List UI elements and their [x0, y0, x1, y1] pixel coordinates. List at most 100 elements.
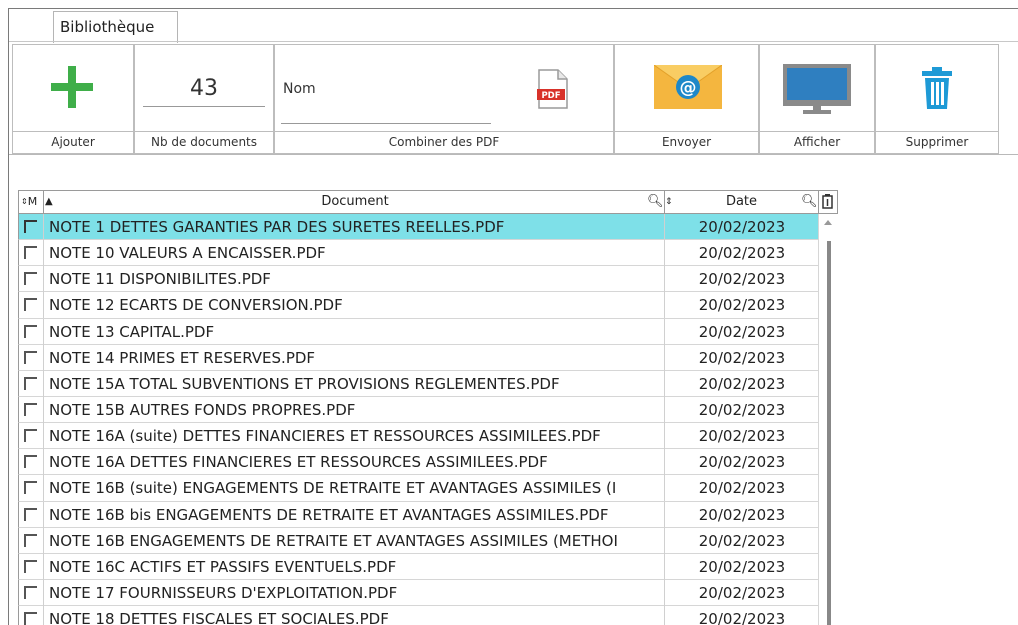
document-date: 20/02/2023 [664, 501, 819, 528]
table-row[interactable]: NOTE 16C ACTIFS ET PASSIFS EVENTUELS.PDF… [18, 553, 819, 580]
ribbon: Ajouter 43 Nb de documents Nom PDF Combi… [12, 44, 1002, 154]
delete-label: Supprimer [876, 131, 998, 153]
document-count-value: 43 [143, 71, 265, 107]
row-checkbox[interactable] [24, 559, 37, 573]
document-name: NOTE 16A DETTES FINANCIERES ET RESSOURCE… [49, 453, 548, 472]
document-date: 20/02/2023 [664, 527, 819, 554]
table-row[interactable]: NOTE 12 ECARTS DE CONVERSION.PDF 20/02/20… [18, 292, 818, 319]
table-row[interactable]: NOTE 17 FOURNISSEURS D'EXPLOITATION.PDF 2… [18, 579, 819, 607]
document-date: 20/02/2023 [664, 214, 819, 240]
row-checkbox[interactable] [24, 481, 37, 495]
document-name: NOTE 15A TOTAL SUBVENTIONS ET PROVISIONS… [49, 374, 560, 393]
document-date: 20/02/2023 [664, 240, 819, 267]
table-row[interactable]: NOTE 16A DETTES FINANCIERES ET RESSOURCE… [18, 449, 819, 476]
view-button[interactable]: Afficher [759, 44, 875, 154]
cell-separator [43, 449, 44, 476]
table-row[interactable]: NOTE 11 DISPONIBILITES.PDF 20/02/2023 [18, 266, 819, 293]
document-name: NOTE 11 DISPONIBILITES.PDF [49, 270, 271, 289]
cell-separator [43, 475, 44, 502]
vertical-scrollbar[interactable] [818, 214, 838, 625]
col-document-header[interactable]: Document [47, 191, 663, 213]
cell-separator [43, 344, 44, 371]
document-date: 20/02/2023 [664, 396, 819, 423]
search-icon[interactable]: 🔍︎ [647, 191, 664, 213]
document-date: 20/02/2023 [664, 318, 819, 345]
delete-button[interactable]: Supprimer [875, 44, 999, 154]
document-name: NOTE 18 DETTES FISCALES ET SOCIALES.PDF [49, 610, 389, 625]
pdf-file-icon[interactable]: PDF [537, 69, 569, 109]
row-checkbox[interactable] [24, 612, 37, 625]
row-checkbox[interactable] [24, 402, 37, 416]
table-row[interactable]: NOTE 16B bis ENGAGEMENTS DE RETRAITE ET … [18, 501, 819, 528]
cell-separator [43, 318, 44, 345]
table-row[interactable]: NOTE 16B ENGAGEMENTS DE RETRAITE ET AVAN… [18, 527, 819, 554]
row-checkbox[interactable] [24, 246, 37, 260]
row-checkbox[interactable] [24, 429, 37, 443]
table-row[interactable]: NOTE 15A TOTAL SUBVENTIONS ET PROVISIONS… [18, 370, 819, 397]
name-field[interactable] [281, 123, 491, 124]
document-date: 20/02/2023 [664, 606, 819, 625]
name-label: Nom [283, 81, 316, 97]
cell-separator [43, 553, 44, 580]
document-date: 20/02/2023 [664, 553, 819, 580]
table-row[interactable]: NOTE 14 PRIMES ET RESERVES.PDF 20/02/2023 [18, 344, 819, 371]
view-label: Afficher [760, 131, 874, 153]
row-checkbox[interactable] [24, 376, 37, 390]
document-name: NOTE 16A (suite) DETTES FINANCIERES ET R… [49, 427, 601, 446]
row-checkbox[interactable] [24, 324, 37, 338]
table-body: NOTE 1 DETTES GARANTIES PAR DES SURETES … [18, 214, 818, 625]
table-row[interactable]: NOTE 10 VALEURS A ENCAISSER.PDF 20/02/202… [18, 240, 819, 267]
row-checkbox[interactable] [24, 298, 37, 312]
row-checkbox[interactable] [24, 220, 37, 233]
scroll-up-arrow-icon[interactable] [824, 220, 832, 225]
sort-arrows-icon: ⇕ [21, 197, 28, 206]
document-name: NOTE 16B ENGAGEMENTS DE RETRAITE ET AVAN… [49, 531, 618, 550]
row-checkbox[interactable] [24, 350, 37, 364]
table-row[interactable]: NOTE 18 DETTES FISCALES ET SOCIALES.PDF 2… [18, 606, 818, 625]
row-checkbox[interactable] [24, 455, 37, 469]
document-name: NOTE 12 ECARTS DE CONVERSION.PDF [49, 296, 343, 315]
col-date-header[interactable]: Date [664, 191, 819, 213]
document-date: 20/02/2023 [664, 579, 819, 606]
document-name: NOTE 16B (suite) ENGAGEMENTS DE RETRAITE… [49, 479, 617, 498]
send-label: Envoyer [615, 131, 758, 153]
add-button[interactable]: Ajouter [12, 44, 134, 154]
document-date: 20/02/2023 [664, 266, 819, 293]
table-row[interactable]: NOTE 1 DETTES GARANTIES PAR DES SURETES … [18, 214, 819, 241]
cell-separator [43, 527, 44, 554]
table-row[interactable]: NOTE 13 CAPITAL.PDF 20/02/2023 [18, 318, 819, 345]
document-name: NOTE 13 CAPITAL.PDF [49, 322, 215, 341]
table-row[interactable]: NOTE 16A (suite) DETTES FINANCIERES ET R… [18, 423, 818, 450]
document-name: NOTE 10 VALEURS A ENCAISSER.PDF [49, 244, 326, 263]
table-row[interactable]: NOTE 16B (suite) ENGAGEMENTS DE RETRAITE… [18, 475, 818, 502]
cell-separator [43, 396, 44, 423]
tab-bibliotheque[interactable]: Bibliothèque [53, 11, 178, 43]
cell-separator [43, 501, 44, 528]
document-date: 20/02/2023 [664, 449, 819, 476]
row-checkbox[interactable] [24, 272, 37, 286]
window-left-border [8, 8, 9, 625]
col-m-header[interactable]: ⇕M [21, 191, 43, 213]
window-top-border [8, 8, 1018, 9]
row-checkbox[interactable] [24, 507, 37, 521]
document-table: ⇕M ▲ Document 🔍︎ ⇕ Date 🔍︎ NOTE 1 DETTES… [18, 190, 838, 625]
search-icon[interactable]: 🔍︎ [801, 191, 818, 213]
combine-pdf-group: Nom PDF Combiner des PDF [274, 44, 614, 154]
document-date: 20/02/2023 [664, 344, 819, 371]
document-date: 20/02/2023 [664, 370, 819, 397]
ribbon-bottom-line [9, 154, 1018, 155]
trash-icon [922, 67, 952, 109]
row-checkbox[interactable] [24, 533, 37, 547]
document-count-group: 43 Nb de documents [134, 44, 274, 154]
monitor-icon [783, 64, 851, 114]
column-chooser-icon[interactable] [822, 191, 836, 213]
cell-separator [43, 606, 44, 625]
plus-icon [51, 66, 93, 108]
scroll-thumb[interactable] [827, 241, 831, 625]
document-count-label: Nb de documents [135, 131, 273, 153]
send-button[interactable]: @ Envoyer [614, 44, 759, 154]
cell-separator [43, 423, 44, 450]
table-row[interactable]: NOTE 15B AUTRES FONDS PROPRES.PDF 20/02/2… [18, 396, 819, 424]
cell-separator [43, 240, 44, 267]
row-checkbox[interactable] [24, 585, 37, 599]
